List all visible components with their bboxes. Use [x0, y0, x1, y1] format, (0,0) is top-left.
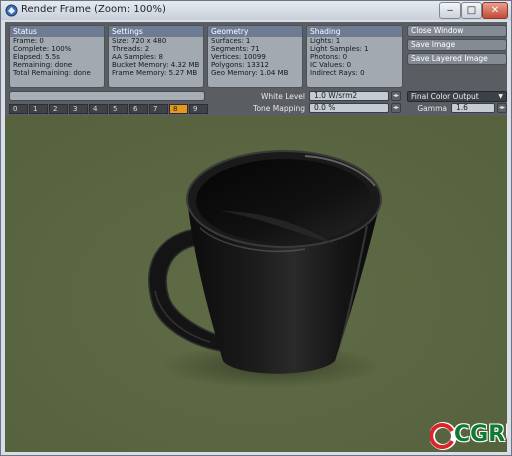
shading-line: Indirect Rays: 0	[310, 69, 365, 77]
settings-header: Settings	[109, 26, 203, 37]
render-frame-window: Render Frame (Zoom: 100%) ‒ □ ✕ Status F…	[0, 0, 512, 456]
frame-tab-2[interactable]: 2	[49, 104, 68, 114]
minimize-button[interactable]: ‒	[439, 2, 461, 19]
chevron-down-icon: ▼	[498, 93, 503, 100]
tone-mapping-field[interactable]: 0.0 %	[309, 103, 389, 113]
geometry-line: Geo Memory: 1.04 MB	[211, 69, 289, 77]
white-level-arrows-icon[interactable]: ◂▸	[391, 91, 401, 101]
frame-tab-6[interactable]: 6	[129, 104, 148, 114]
settings-line: Frame Memory: 5.27 MB	[112, 69, 198, 77]
output-select-value: Final Color Output	[411, 92, 479, 101]
settings-line: Size: 720 x 480	[112, 37, 167, 45]
render-progress-bar	[9, 91, 205, 101]
cgru-logo-text: CGRU	[454, 422, 507, 447]
settings-line: Threads: 2	[112, 45, 150, 53]
render-viewport[interactable]: CGRU	[5, 116, 507, 452]
app-icon	[5, 4, 18, 17]
frame-tab-4[interactable]: 4	[89, 104, 108, 114]
close-window-button[interactable]: Close Window	[407, 25, 507, 37]
maximize-button[interactable]: □	[461, 2, 482, 19]
frame-tab-5[interactable]: 5	[109, 104, 128, 114]
geometry-line: Segments: 71	[211, 45, 260, 53]
cgru-logo-icon	[430, 422, 456, 450]
shading-line: Photons: 0	[310, 53, 348, 61]
gamma-field[interactable]: 1.6	[451, 103, 495, 113]
frame-tab-3[interactable]: 3	[69, 104, 88, 114]
status-line: Complete: 100%	[13, 45, 72, 53]
tone-mapping-label: Tone Mapping	[253, 104, 305, 113]
status-line: Elapsed: 5.5s	[13, 53, 60, 61]
geometry-box: Geometry Surfaces: 1 Segments: 71 Vertic…	[207, 25, 303, 88]
gamma-label: Gamma	[417, 104, 447, 113]
status-header: Status	[10, 26, 104, 37]
shading-line: Lights: 1	[310, 37, 341, 45]
geometry-line: Vertices: 10099	[211, 53, 266, 61]
frame-tab-7[interactable]: 7	[149, 104, 168, 114]
cgru-logo: CGRU	[430, 422, 507, 450]
settings-line: Bucket Memory: 4.32 MB	[112, 61, 200, 69]
status-box: Status Frame: 0 Complete: 100% Elapsed: …	[9, 25, 105, 88]
status-line: Remaining: done	[13, 61, 73, 69]
rendered-mug-image	[5, 116, 507, 452]
frame-tab-1[interactable]: 1	[29, 104, 48, 114]
render-info-panel: Status Frame: 0 Complete: 100% Elapsed: …	[5, 22, 507, 116]
tone-mapping-arrows-icon[interactable]: ◂▸	[391, 103, 401, 113]
title-bar[interactable]: Render Frame (Zoom: 100%) ‒ □ ✕	[1, 1, 511, 20]
shading-header: Shading	[307, 26, 402, 37]
shading-box: Shading Lights: 1 Light Samples: 1 Photo…	[306, 25, 403, 88]
frame-tab-0[interactable]: 0	[9, 104, 28, 114]
geometry-header: Geometry	[208, 26, 302, 37]
settings-box: Settings Size: 720 x 480 Threads: 2 AA S…	[108, 25, 204, 88]
save-layered-image-button[interactable]: Save Layered Image	[407, 53, 507, 65]
status-line: Frame: 0	[13, 37, 44, 45]
shading-line: Light Samples: 1	[310, 45, 369, 53]
save-image-button[interactable]: Save Image	[407, 39, 507, 51]
settings-line: AA Samples: 8	[112, 53, 163, 61]
geometry-line: Surfaces: 1	[211, 37, 251, 45]
frame-tab-8[interactable]: 8	[169, 104, 188, 114]
gamma-arrows-icon[interactable]: ◂▸	[497, 103, 507, 113]
status-line: Total Remaining: done	[13, 69, 91, 77]
white-level-field[interactable]: 1.0 W/srm2	[309, 91, 389, 101]
white-level-label: White Level	[261, 92, 305, 101]
close-button[interactable]: ✕	[482, 2, 508, 19]
shading-line: IC Values: 0	[310, 61, 352, 69]
window-title: Render Frame (Zoom: 100%)	[21, 4, 166, 15]
geometry-line: Polygons: 13312	[211, 61, 270, 69]
output-select[interactable]: Final Color Output ▼	[407, 91, 507, 102]
frame-tab-9[interactable]: 9	[189, 104, 208, 114]
